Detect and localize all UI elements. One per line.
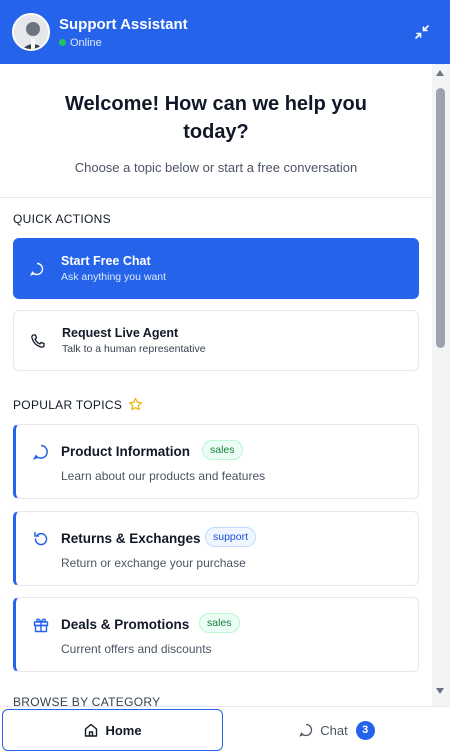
avatar [12, 13, 50, 51]
tab-home-label: Home [105, 722, 142, 738]
scroll-down-icon[interactable] [436, 688, 444, 694]
phone-icon [31, 333, 45, 348]
home-icon [85, 723, 98, 737]
popular-topics-heading: POPULAR TOPICS [13, 397, 143, 412]
scroll-up-icon[interactable] [436, 70, 444, 76]
online-dot-icon [59, 39, 66, 46]
start-free-chat-button[interactable]: Start Free Chat Ask anything you want [13, 238, 419, 299]
request-live-agent-subtitle: Talk to a human representative [62, 343, 206, 355]
chat-header: Support Assistant Online [0, 0, 450, 64]
browse-by-category-heading: BROWSE BY CATEGORY [13, 695, 161, 706]
welcome-title: Welcome! How can we help you today? [65, 93, 367, 143]
bottom-nav: Home Chat 3 [0, 706, 450, 756]
topic-title: Product Information [61, 444, 190, 459]
minimize-icon[interactable] [412, 22, 432, 42]
status-indicator: Online [59, 37, 188, 49]
status-text: Online [70, 36, 102, 49]
chat-bubble-icon [299, 723, 313, 737]
category-badge: support [205, 527, 257, 547]
scrollbar-thumb[interactable] [436, 88, 445, 348]
quick-actions-heading: QUICK ACTIONS [13, 212, 111, 226]
star-icon [129, 397, 143, 411]
topic-deals-promotions[interactable]: Deals & Promotions sales Current offers … [13, 597, 419, 672]
category-badge: sales [202, 440, 243, 460]
refresh-icon [34, 531, 48, 546]
topic-title: Deals & Promotions [61, 617, 190, 632]
welcome-section: Welcome! How can we help you today? Choo… [0, 64, 432, 198]
header-title: Support Assistant [59, 15, 188, 33]
content-area[interactable]: Welcome! How can we help you today? Choo… [0, 64, 450, 706]
topic-description: Return or exchange your purchase [61, 556, 246, 570]
gift-icon [33, 618, 49, 633]
topic-returns-exchanges[interactable]: Returns & Exchanges support Return or ex… [13, 511, 419, 586]
topic-title: Returns & Exchanges [61, 531, 201, 546]
chat-bubble-icon [30, 262, 44, 276]
start-free-chat-subtitle: Ask anything you want [61, 271, 167, 283]
start-free-chat-title: Start Free Chat [61, 254, 151, 268]
tab-chat[interactable]: Chat 3 [225, 709, 448, 751]
popular-topics-label: POPULAR TOPICS [13, 397, 123, 412]
topic-description: Learn about our products and features [61, 469, 266, 483]
unread-count-badge: 3 [355, 720, 375, 740]
welcome-subtitle: Choose a topic below or start a free con… [74, 160, 358, 175]
tab-home[interactable]: Home [2, 709, 223, 751]
chat-bubble-icon [32, 444, 48, 460]
tab-chat-label: Chat [320, 722, 348, 738]
topic-description: Current offers and discounts [61, 642, 212, 656]
topic-product-information[interactable]: Product Information sales Learn about ou… [13, 424, 419, 499]
request-live-agent-button[interactable]: Request Live Agent Talk to a human repre… [13, 310, 419, 371]
category-badge: sales [199, 613, 240, 633]
request-live-agent-title: Request Live Agent [62, 326, 179, 340]
